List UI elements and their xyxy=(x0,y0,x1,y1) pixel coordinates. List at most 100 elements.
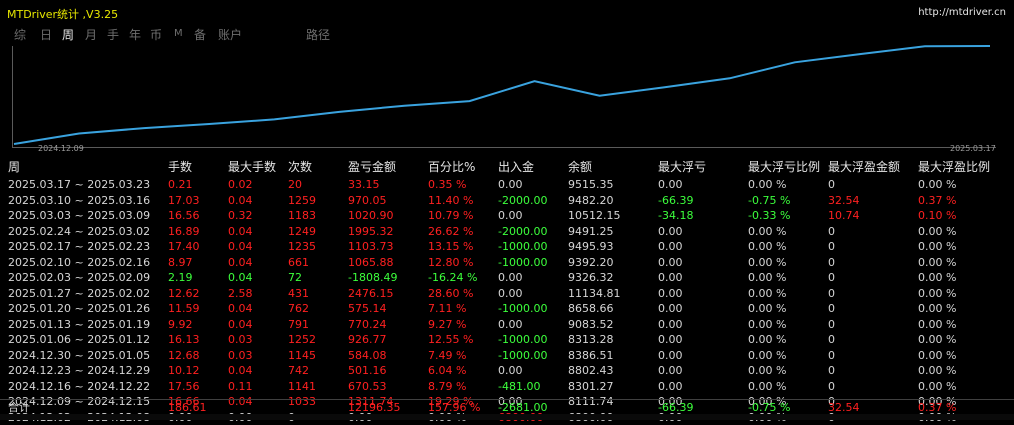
cell-max-floating-loss-pct: 0.00 % xyxy=(748,224,786,239)
header-max-floating-profit[interactable]: 最大浮盈金额 xyxy=(828,158,900,177)
cell-max-floating-profit: 0 xyxy=(828,239,835,254)
cell-balance: 9495.93 xyxy=(568,239,614,254)
cell-max-lots: 2.58 xyxy=(228,286,253,301)
total-deposit-withdraw: -2681.00 xyxy=(498,400,547,415)
cell-count: 742 xyxy=(288,363,309,378)
table-row[interactable]: 2025.03.10 ~ 2025.03.1617.030.041259970.… xyxy=(0,193,1014,209)
table-row[interactable]: 2024.12.16 ~ 2024.12.2217.560.111141670.… xyxy=(0,379,1014,395)
table-row[interactable]: 2025.01.13 ~ 2025.01.199.920.04791770.24… xyxy=(0,317,1014,333)
cell-max-floating-loss: 0.00 xyxy=(658,348,683,363)
cell-max-floating-loss: 0.00 xyxy=(658,332,683,347)
tab-notes[interactable]: 备 xyxy=(194,26,206,43)
tab-account[interactable]: 账户 xyxy=(218,26,242,43)
cell-week: 2025.02.24 ~ 2025.03.02 xyxy=(8,224,150,239)
cell-max-floating-loss-pct: 0.00 % xyxy=(748,286,786,301)
cell-max-floating-loss: 0.00 xyxy=(658,177,683,192)
cell-percent: 13.15 % xyxy=(428,239,473,254)
cell-week: 2025.01.27 ~ 2025.02.02 xyxy=(8,286,150,301)
header-max-lots[interactable]: 最大手数 xyxy=(228,158,276,177)
cell-deposit-withdraw: -2000.00 xyxy=(498,224,547,239)
cell-max-floating-loss-pct: 0.00 % xyxy=(748,363,786,378)
cell-balance: 9392.20 xyxy=(568,255,614,270)
cell-balance: 10512.15 xyxy=(568,208,621,223)
table-row[interactable]: 2025.02.03 ~ 2025.02.092.190.0472-1808.4… xyxy=(0,270,1014,286)
header-percent[interactable]: 百分比% xyxy=(428,158,475,177)
cell-max-lots: 0.02 xyxy=(228,177,253,192)
header-balance[interactable]: 余额 xyxy=(568,158,592,177)
cell-count: 72 xyxy=(288,270,302,285)
header-count[interactable]: 次数 xyxy=(288,158,312,177)
bottom-bar xyxy=(0,414,1014,420)
cell-count: 762 xyxy=(288,301,309,316)
cell-week: 2025.01.06 ~ 2025.01.12 xyxy=(8,332,150,347)
table-row[interactable]: 2024.12.30 ~ 2025.01.0512.680.031145584.… xyxy=(0,348,1014,364)
cell-deposit-withdraw: -2000.00 xyxy=(498,193,547,208)
table-row[interactable]: 2024.12.23 ~ 2024.12.2910.120.04742501.1… xyxy=(0,363,1014,379)
tab-lots[interactable]: 手 xyxy=(107,26,119,43)
website-link[interactable]: http://mtdriver.cn xyxy=(918,7,1006,18)
cell-max-lots: 0.04 xyxy=(228,301,253,316)
table-row[interactable]: 2025.03.03 ~ 2025.03.0916.560.3211831020… xyxy=(0,208,1014,224)
cell-max-floating-loss: 0.00 xyxy=(658,317,683,332)
cell-balance: 8658.66 xyxy=(568,301,614,316)
header-week[interactable]: 周 xyxy=(8,158,20,177)
cell-max-floating-profit-pct: 0.37 % xyxy=(918,193,956,208)
cell-lots: 10.12 xyxy=(168,363,200,378)
cell-balance: 11134.81 xyxy=(568,286,621,301)
cell-max-floating-profit-pct: 0.00 % xyxy=(918,270,956,285)
tab-m[interactable]: M xyxy=(174,28,183,39)
cell-pnl: 1995.32 xyxy=(348,224,394,239)
header-max-floating-profit-pct[interactable]: 最大浮盈比例 xyxy=(918,158,990,177)
cell-lots: 12.62 xyxy=(168,286,200,301)
total-max-floating-profit-pct: 0.37 % xyxy=(918,400,956,415)
cell-balance: 9083.52 xyxy=(568,317,614,332)
cell-max-floating-profit-pct: 0.00 % xyxy=(918,363,956,378)
cell-count: 1252 xyxy=(288,332,316,347)
table-row[interactable]: 2025.03.17 ~ 2025.03.230.210.022033.150.… xyxy=(0,177,1014,193)
tab-day[interactable]: 日 xyxy=(40,26,52,43)
cell-count: 1141 xyxy=(288,379,316,394)
table-row[interactable]: 2025.01.27 ~ 2025.02.0212.622.584312476.… xyxy=(0,286,1014,302)
header-pnl[interactable]: 盈亏金额 xyxy=(348,158,396,177)
cell-max-floating-loss-pct: 0.00 % xyxy=(748,177,786,192)
cell-max-lots: 0.04 xyxy=(228,239,253,254)
cell-count: 1259 xyxy=(288,193,316,208)
cell-week: 2025.02.17 ~ 2025.02.23 xyxy=(8,239,150,254)
cell-max-lots: 0.04 xyxy=(228,224,253,239)
cell-week: 2025.01.20 ~ 2025.01.26 xyxy=(8,301,150,316)
cell-balance: 9326.32 xyxy=(568,270,614,285)
cell-max-floating-profit-pct: 0.00 % xyxy=(918,239,956,254)
tab-year[interactable]: 年 xyxy=(129,26,141,43)
cell-deposit-withdraw: -1000.00 xyxy=(498,255,547,270)
tab-path[interactable]: 路径 xyxy=(306,26,330,43)
header-max-floating-loss-pct[interactable]: 最大浮亏比例 xyxy=(748,158,820,177)
cell-week: 2024.12.16 ~ 2024.12.22 xyxy=(8,379,150,394)
table-row[interactable]: 2025.02.17 ~ 2025.02.2317.400.0412351103… xyxy=(0,239,1014,255)
cell-pnl: 770.24 xyxy=(348,317,387,332)
cell-max-floating-loss-pct: 0.00 % xyxy=(748,255,786,270)
cell-max-floating-profit-pct: 0.00 % xyxy=(918,286,956,301)
cell-lots: 11.59 xyxy=(168,301,200,316)
cell-max-floating-profit: 0 xyxy=(828,332,835,347)
table-row[interactable]: 2025.01.06 ~ 2025.01.1216.130.031252926.… xyxy=(0,332,1014,348)
cell-balance: 8313.28 xyxy=(568,332,614,347)
tab-week[interactable]: 周 xyxy=(62,26,74,43)
cell-max-floating-loss: -66.39 xyxy=(658,193,693,208)
cell-deposit-withdraw: 0.00 xyxy=(498,208,523,223)
tab-currency[interactable]: 币 xyxy=(150,26,162,43)
header-max-floating-loss[interactable]: 最大浮亏 xyxy=(658,158,706,177)
cell-balance: 9515.35 xyxy=(568,177,614,192)
table-row[interactable]: 2025.02.10 ~ 2025.02.168.970.046611065.8… xyxy=(0,255,1014,271)
cell-week: 2025.02.10 ~ 2025.02.16 xyxy=(8,255,150,270)
tab-comprehensive[interactable]: 综 xyxy=(14,26,26,43)
cell-max-floating-profit-pct: 0.00 % xyxy=(918,177,956,192)
cell-max-floating-loss-pct: 0.00 % xyxy=(748,270,786,285)
cell-deposit-withdraw: 0.00 xyxy=(498,286,523,301)
header-deposit-withdraw[interactable]: 出入金 xyxy=(498,158,534,177)
cell-week: 2025.02.03 ~ 2025.02.09 xyxy=(8,270,150,285)
tab-month[interactable]: 月 xyxy=(85,26,97,43)
table-row[interactable]: 2025.02.24 ~ 2025.03.0216.890.0412491995… xyxy=(0,224,1014,240)
header-lots[interactable]: 手数 xyxy=(168,158,192,177)
cell-lots: 0.21 xyxy=(168,177,193,192)
table-row[interactable]: 2025.01.20 ~ 2025.01.2611.590.04762575.1… xyxy=(0,301,1014,317)
